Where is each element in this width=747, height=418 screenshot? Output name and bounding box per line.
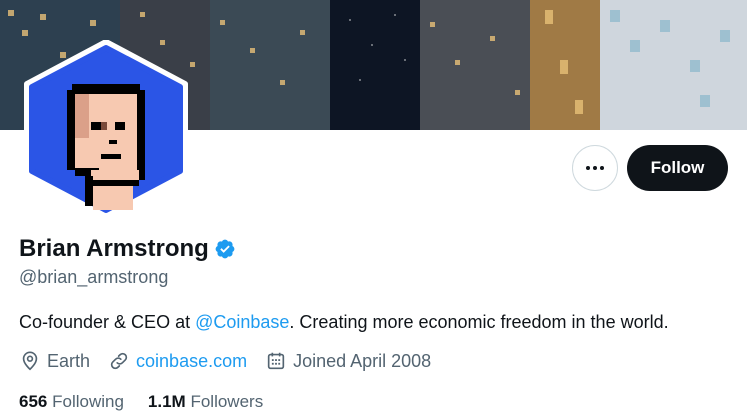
ellipsis-icon <box>586 166 604 170</box>
bio-text-end: . Creating more economic freedom in the … <box>289 312 669 332</box>
profile-handle: @brian_armstrong <box>19 267 169 287</box>
map-pin-icon <box>22 351 38 371</box>
profile-meta: Earth coinbase.com Joined April 2008 <box>19 350 449 372</box>
profile-avatar[interactable] <box>17 40 195 218</box>
following-label: Following <box>52 392 124 411</box>
location-item: Earth <box>19 350 90 372</box>
website-item: coinbase.com <box>108 350 247 372</box>
verified-badge-icon[interactable] <box>214 238 236 260</box>
joined-item: Joined April 2008 <box>265 350 431 372</box>
follow-button[interactable]: Follow <box>627 145 728 191</box>
following-link[interactable]: 656 Following <box>19 392 124 412</box>
following-count: 656 <box>19 392 48 411</box>
display-name: Brian Armstrong <box>19 235 209 262</box>
joined-text: Joined April 2008 <box>293 350 432 371</box>
website-link[interactable]: coinbase.com <box>136 351 247 372</box>
followers-link[interactable]: 1.1M Followers <box>148 392 263 412</box>
followers-label: Followers <box>190 392 264 411</box>
hexagon-avatar-image <box>24 40 188 218</box>
more-options-button[interactable] <box>572 145 618 191</box>
bio-text-start: Co-founder & CEO at <box>19 312 196 332</box>
profile-stats: 656 Following 1.1M Followers <box>19 392 287 412</box>
link-icon <box>110 352 128 370</box>
followers-count: 1.1M <box>147 392 186 411</box>
bio-mention-link[interactable]: @Coinbase <box>195 312 289 332</box>
profile-bio: Co-founder & CEO at @Coinbase. Creating … <box>19 312 669 333</box>
profile-name-row: Brian Armstrong <box>19 235 236 263</box>
location-text: Earth <box>47 350 91 371</box>
calendar-icon <box>267 352 285 370</box>
